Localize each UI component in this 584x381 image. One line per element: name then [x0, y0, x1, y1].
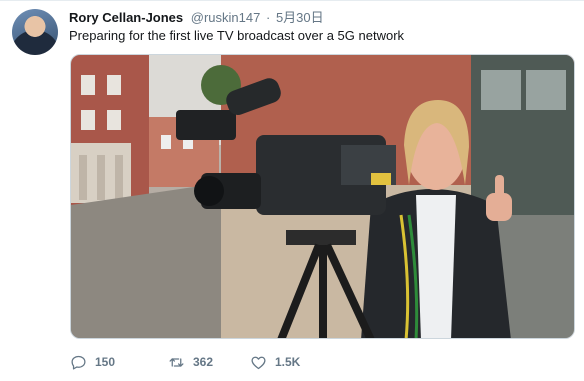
tweet-card[interactable]: Rory Cellan-Jones @ruskin147 · 5月30日 Pre… [0, 0, 584, 381]
like-count: 1.5K [275, 355, 301, 369]
reply-button[interactable]: 150 [70, 351, 168, 373]
retweet-count: 362 [193, 355, 214, 369]
tweet-text: Preparing for the first live TV broadcas… [69, 28, 405, 43]
retweet-button[interactable]: 362 [168, 351, 250, 373]
avatar[interactable] [12, 9, 58, 55]
heart-icon [251, 356, 266, 369]
reply-count: 150 [95, 355, 116, 369]
tweet-header: Rory Cellan-Jones @ruskin147 · 5月30日 [69, 9, 324, 27]
retweet-icon [169, 357, 184, 367]
tweet-actions: 150 362 1.5K [70, 351, 300, 373]
tweet-date[interactable]: 5月30日 [276, 10, 324, 25]
author-name[interactable]: Rory Cellan-Jones [69, 10, 183, 25]
tweet-media-image[interactable] [70, 54, 575, 339]
like-button[interactable]: 1.5K [250, 351, 300, 373]
broadcast-photo [71, 55, 574, 338]
author-handle[interactable]: @ruskin147 [191, 10, 261, 25]
reply-icon [71, 355, 86, 370]
separator-dot: · [265, 10, 271, 25]
